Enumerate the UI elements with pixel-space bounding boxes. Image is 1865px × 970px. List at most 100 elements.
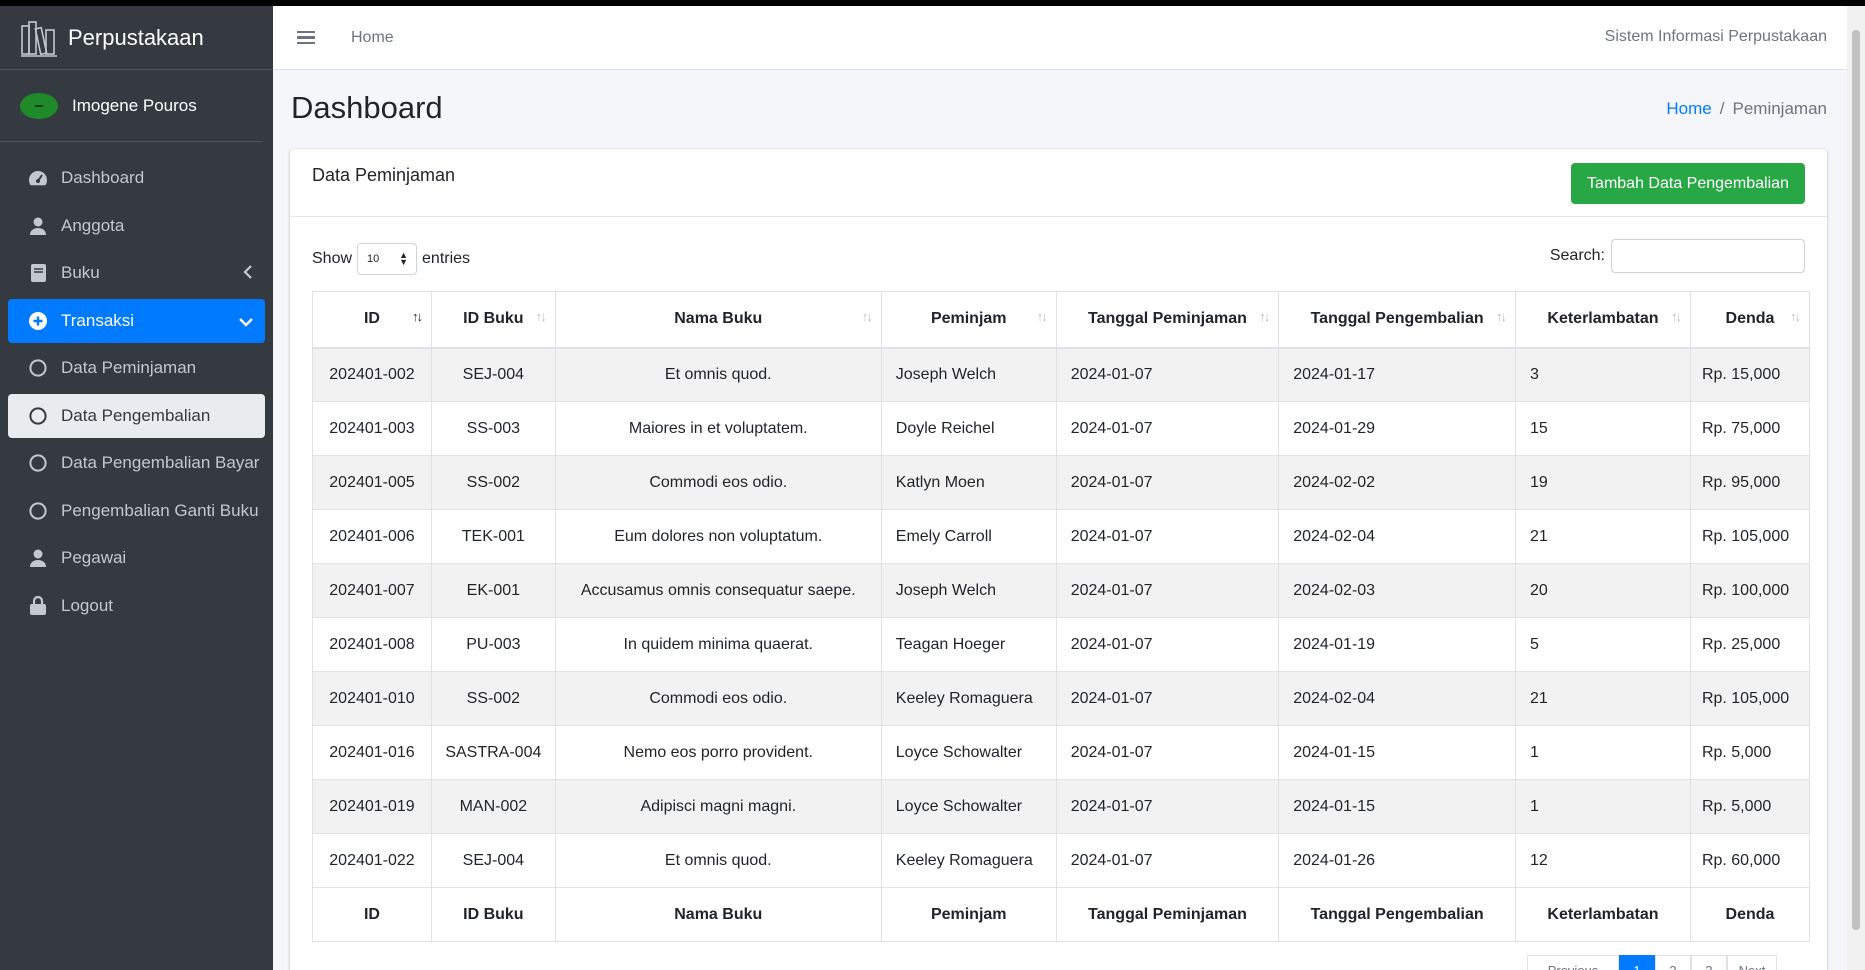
cell-keterlambatan: 12 — [1515, 833, 1691, 888]
footer-header-id: ID — [312, 887, 432, 942]
sort-ascending-icon: ↑↓ — [411, 309, 423, 324]
cell-nama-buku: Commodi eos odio. — [554, 455, 882, 510]
cell-denda: Rp. 95,000 — [1689, 455, 1811, 510]
cell-id-buku: PU-003 — [430, 617, 556, 672]
breadcrumb: Home / Peminjaman — [1666, 99, 1827, 119]
table-footer-row: ID ID Buku Nama Buku Peminjam Tanggal Pe… — [312, 887, 1811, 942]
pagination: Previous 1 2 3 Next — [1527, 955, 1777, 970]
entries-select[interactable]: 10 ▲ ▼ — [357, 243, 418, 275]
chevron-left-icon — [243, 264, 253, 284]
cell-id-buku: SASTRA-004 — [430, 725, 556, 780]
column-header-id-buku[interactable]: ID Buku ↑↓ — [430, 291, 556, 349]
cell-id-buku: EK-001 — [430, 563, 556, 618]
sidebar-item-dashboard[interactable]: Dashboard — [8, 156, 265, 200]
column-header-keterlambatan[interactable]: Keterlambatan ↑↓ — [1515, 291, 1691, 349]
cell-id-buku: MAN-002 — [430, 779, 556, 834]
cell-tanggal-pengembalian: 2024-01-15 — [1278, 725, 1517, 780]
cell-keterlambatan: 20 — [1515, 563, 1691, 618]
circle-icon — [28, 453, 48, 473]
table-row: 202401-003 SS-003 Maiores in et voluptat… — [312, 401, 1811, 456]
plus-circle-icon — [28, 311, 48, 331]
column-header-nama-buku[interactable]: Nama Buku ↑↓ — [554, 291, 882, 349]
pagination-next[interactable]: Next — [1727, 955, 1777, 970]
column-header-label: Nama Buku — [674, 310, 763, 328]
table-controls: Show 10 ▲ ▼ entries Search: — [290, 217, 1827, 289]
cell-peminjam: Joseph Welch — [880, 347, 1057, 402]
vertical-scrollbar[interactable] — [1847, 6, 1865, 970]
sidebar-item-label: Data Pengembalian — [61, 405, 211, 425]
cell-tanggal-peminjaman: 2024-01-07 — [1055, 455, 1280, 510]
column-header-label: Denda — [1725, 310, 1775, 328]
cell-peminjam: Loyce Schowalter — [880, 725, 1057, 780]
user-panel[interactable]: Imogene Pouros — [0, 70, 263, 142]
top-home-link[interactable]: Home — [351, 29, 394, 47]
sidebar-item-data-pengembalian[interactable]: Data Pengembalian — [8, 393, 265, 438]
breadcrumb-current: Peminjaman — [1732, 99, 1828, 118]
main-content: Home Sistem Informasi Perpustakaan Dashb… — [273, 6, 1847, 970]
page-title: Dashboard — [291, 90, 443, 125]
pagination-page-1[interactable]: 1 — [1619, 955, 1655, 970]
sidebar-item-label: Data Pengembalian Bayar — [61, 453, 260, 472]
menu-toggle-icon[interactable] — [297, 28, 315, 48]
sidebar-item-pegawai[interactable]: Pegawai — [8, 536, 265, 580]
scrollbar-thumb[interactable] — [1852, 30, 1860, 930]
data-card: Data Peminjaman Tambah Data Pengembalian… — [290, 149, 1827, 970]
column-header-tanggal-peminjaman[interactable]: Tanggal Peminjaman ↑↓ — [1055, 291, 1280, 349]
sidebar-item-data-pengembalian-bayar[interactable]: Data Pengembalian Bayar — [8, 441, 265, 485]
column-header-peminjam[interactable]: Peminjam ↑↓ — [880, 291, 1057, 349]
page-header: Dashboard Home / Peminjaman — [273, 70, 1847, 150]
sidebar-item-pengembalian-ganti-buku[interactable]: Pengembalian Ganti Buku — [8, 489, 265, 533]
sort-icon: ↑↓ — [1496, 309, 1507, 324]
peminjaman-table: ID ↑↓ ID Buku ↑↓ Nama Buku ↑↓ Peminjam ↑↓ Ta… — [312, 291, 1811, 942]
cell-nama-buku: Et omnis quod. — [554, 833, 882, 888]
sidebar-item-logout[interactable]: Logout — [8, 584, 265, 628]
table-row: 202401-005 SS-002 Commodi eos odio. Katl… — [312, 455, 1811, 510]
column-header-id[interactable]: ID ↑↓ — [312, 291, 432, 349]
cell-id: 202401-019 — [312, 779, 432, 834]
column-header-label: ID Buku — [463, 310, 524, 328]
sidebar-item-label: Pengembalian Ganti Buku — [61, 500, 259, 520]
cell-tanggal-pengembalian: 2024-01-19 — [1278, 617, 1517, 672]
cell-tanggal-peminjaman: 2024-01-07 — [1055, 401, 1280, 456]
cell-tanggal-pengembalian: 2024-01-29 — [1278, 401, 1517, 456]
cell-tanggal-pengembalian: 2024-01-15 — [1278, 779, 1517, 834]
cell-tanggal-pengembalian: 2024-01-26 — [1278, 833, 1517, 888]
cell-keterlambatan: 21 — [1515, 509, 1691, 564]
cell-keterlambatan: 15 — [1515, 401, 1691, 456]
pagination-page-2[interactable]: 2 — [1655, 955, 1691, 970]
pagination-page-3[interactable]: 3 — [1691, 955, 1727, 970]
column-header-denda[interactable]: Denda ↑↓ — [1689, 291, 1811, 349]
cell-peminjam: Teagan Hoeger — [880, 617, 1057, 672]
cell-denda: Rp. 60,000 — [1689, 833, 1811, 888]
cell-id-buku: SEJ-004 — [430, 833, 556, 888]
footer-header-nama-buku: Nama Buku — [554, 887, 882, 942]
sidebar-item-anggota[interactable]: Anggota — [8, 204, 265, 248]
column-header-tanggal-pengembalian[interactable]: Tanggal Pengembalian ↑↓ — [1278, 291, 1517, 349]
sidebar-item-data-peminjaman[interactable]: Data Peminjaman — [8, 346, 265, 390]
sort-icon: ↑↓ — [535, 309, 547, 324]
library-books-icon — [21, 20, 57, 57]
cell-denda: Rp. 100,000 — [1689, 563, 1811, 618]
pagination-previous[interactable]: Previous — [1527, 955, 1619, 970]
cell-denda: Rp. 5,000 — [1689, 725, 1811, 780]
breadcrumb-home[interactable]: Home — [1666, 99, 1711, 118]
cell-tanggal-pengembalian: 2024-01-17 — [1278, 347, 1517, 402]
cell-tanggal-peminjaman: 2024-01-07 — [1055, 563, 1280, 618]
cell-tanggal-peminjaman: 2024-01-07 — [1055, 617, 1280, 672]
sidebar-item-buku[interactable]: Buku — [8, 251, 265, 295]
footer-header-denda: Denda — [1689, 887, 1811, 942]
brand[interactable]: Perpustakaan — [0, 6, 273, 70]
sidebar-item-transaksi[interactable]: Transaksi — [8, 298, 265, 343]
cell-nama-buku: Commodi eos odio. — [554, 671, 882, 726]
select-arrows-icon: ▲ ▼ — [399, 250, 409, 267]
footer-header-peminjam: Peminjam — [880, 887, 1057, 942]
cell-tanggal-peminjaman: 2024-01-07 — [1055, 671, 1280, 726]
sort-icon: ↑↓ — [1670, 309, 1682, 324]
cell-peminjam: Katlyn Moen — [880, 455, 1057, 510]
add-pengembalian-button[interactable]: Tambah Data Pengembalian — [1571, 163, 1805, 204]
sort-icon: ↑↓ — [1259, 309, 1270, 324]
table-header-row: ID ↑↓ ID Buku ↑↓ Nama Buku ↑↓ Peminjam ↑↓ Ta… — [312, 291, 1811, 349]
column-header-label: Tanggal Peminjaman — [1088, 310, 1247, 328]
search-input[interactable] — [1611, 239, 1805, 273]
cell-id-buku: SS-003 — [430, 401, 556, 456]
